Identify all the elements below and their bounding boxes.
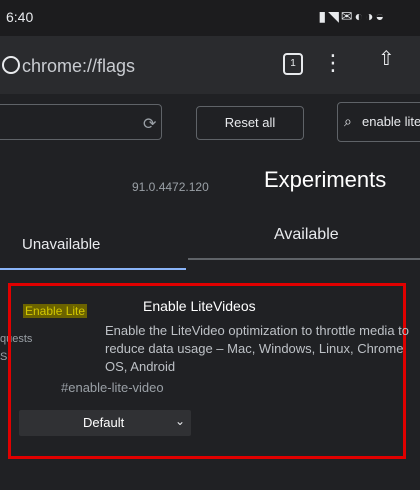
tab-indicator [0,268,186,270]
experiment-state-select[interactable]: Default ⌄ [19,410,191,436]
page-title: Experiments [264,167,387,192]
update-arrow-icon[interactable]: ⇧ [378,46,395,71]
select-value: Default [83,415,125,430]
reset-all-button[interactable]: Reset all [196,106,304,140]
clear-icon[interactable]: ⟳ [143,114,156,134]
status-bar: 6:40 ▮◥✉◐◑◒ [0,0,420,36]
offscreen-input[interactable] [0,104,162,140]
status-time: 6:40 [6,9,34,25]
more-menu-icon[interactable]: ⋮ [322,50,344,76]
search-icon: ⌕ [344,113,352,129]
experiment-card: Enable Lite Enable LiteVideos Enable the… [8,283,409,459]
chevron-down-icon: ⌄ [175,414,186,428]
status-icons: ▮◥✉◐◑◒ [318,8,386,24]
version-text: 91.0.4472.120 [132,180,209,194]
search-field[interactable]: ⌕ enable lite [337,102,420,142]
tab-divider [188,258,420,260]
search-input[interactable]: enable lite [362,114,420,129]
site-info-icon[interactable] [2,56,20,74]
page-bottom [0,470,420,490]
tab-unavailable[interactable]: Unavailable [22,236,100,253]
flags-toolbar: ⟳ Reset all ⌕ enable lite [0,94,420,150]
address-bar: chrome://flags 1 ⋮ ⇧ [0,36,420,94]
tab-switcher-icon[interactable]: 1 [283,53,303,75]
experiment-description: Enable the LiteVideo optimization to thr… [105,323,410,374]
experiment-permalink[interactable]: #enable-lite-video [61,380,164,395]
url-text[interactable]: chrome://flags [22,56,135,77]
tab-available[interactable]: Available [274,226,339,244]
experiment-title: Enable LiteVideos [143,298,256,314]
search-match-highlight: Enable Lite [23,304,88,318]
